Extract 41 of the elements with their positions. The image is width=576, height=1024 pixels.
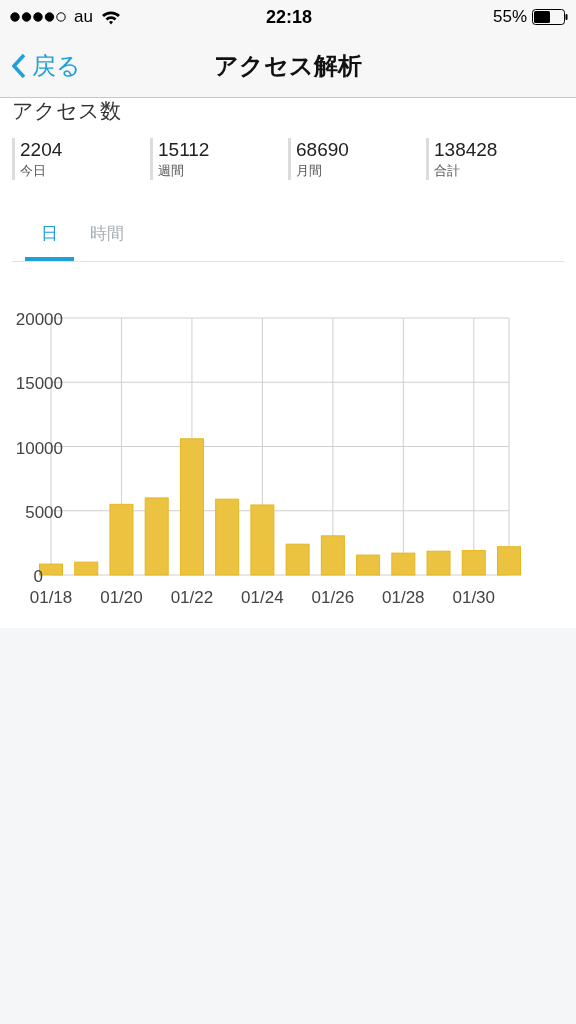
stat-value: 15112 bbox=[158, 138, 210, 162]
bar bbox=[356, 554, 381, 576]
bar bbox=[320, 535, 345, 576]
bar bbox=[285, 543, 310, 576]
y-axis-label: 5000 bbox=[25, 502, 63, 522]
tab[interactable]: 日 bbox=[25, 222, 74, 261]
bar bbox=[461, 550, 486, 576]
chevron-left-icon bbox=[12, 52, 26, 79]
bar bbox=[497, 546, 521, 576]
stat-label: 今日 bbox=[20, 162, 46, 180]
y-axis-label: 20000 bbox=[15, 310, 63, 329]
x-axis-label: 01/22 bbox=[170, 588, 214, 606]
stat-label: 週間 bbox=[158, 162, 184, 180]
clock-time: 22:18 bbox=[266, 6, 313, 28]
x-axis-label: 01/30 bbox=[452, 588, 496, 606]
screen-title: アクセス解析 bbox=[214, 50, 362, 81]
x-axis-label: 01/20 bbox=[100, 588, 143, 606]
carrier-name: au bbox=[74, 7, 93, 27]
battery-percent: 55% bbox=[493, 7, 527, 27]
bar bbox=[426, 550, 451, 576]
tab[interactable]: 時間 bbox=[90, 222, 124, 261]
x-axis-label: 01/28 bbox=[382, 588, 425, 606]
stat-value: 2204 bbox=[20, 138, 63, 162]
battery-icon bbox=[532, 9, 568, 25]
stat-label: 合計 bbox=[434, 162, 460, 180]
bar bbox=[391, 552, 416, 576]
y-axis-label: 0 bbox=[33, 567, 43, 586]
stat-value: 138428 bbox=[434, 138, 498, 162]
y-axis-label: 10000 bbox=[15, 438, 63, 458]
x-axis-label: 01/24 bbox=[241, 588, 284, 606]
section-title: アクセス数 bbox=[12, 98, 122, 124]
signal-icon bbox=[10, 12, 66, 22]
x-axis-label: 01/26 bbox=[311, 588, 355, 606]
stat-label: 月間 bbox=[296, 162, 322, 180]
y-axis-label: 15000 bbox=[15, 374, 63, 394]
back-button[interactable]: 戻る bbox=[0, 49, 81, 82]
x-axis-label: 01/18 bbox=[29, 588, 73, 606]
bar bbox=[74, 561, 99, 576]
stat-value: 68690 bbox=[296, 138, 349, 162]
bar bbox=[250, 504, 275, 576]
wifi-icon bbox=[100, 9, 121, 25]
